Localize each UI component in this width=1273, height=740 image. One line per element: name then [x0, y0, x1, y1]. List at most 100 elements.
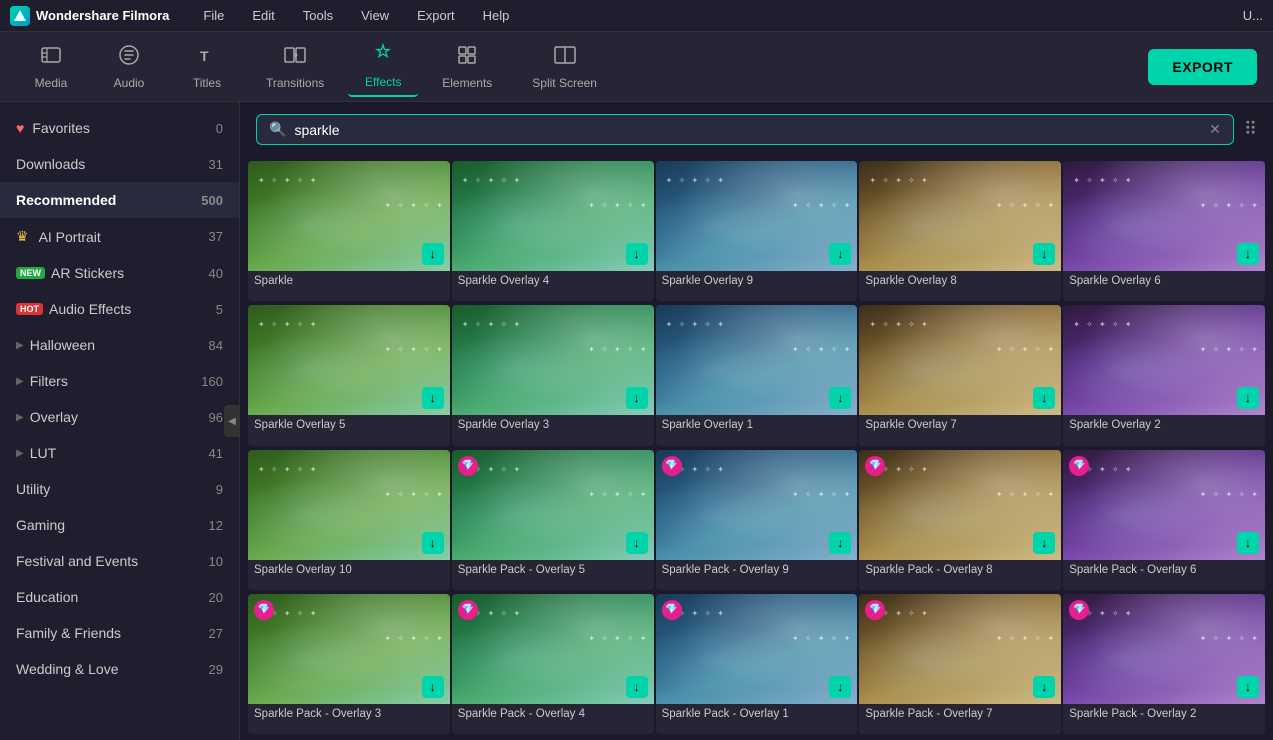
search-input[interactable] — [294, 122, 1201, 138]
effect-card[interactable]: ↓ Sparkle Overlay 7 — [859, 305, 1061, 445]
crown-icon: ♛ — [16, 228, 29, 245]
menu-help[interactable]: Help — [479, 6, 514, 25]
effect-card[interactable]: ↓ Sparkle Overlay 4 — [452, 161, 654, 301]
toolbar-items: Media Audio T Titles Transitions Effects — [16, 37, 1148, 97]
effect-thumbnail: 💎 ↓ — [859, 450, 1061, 560]
effect-name: Sparkle Overlay 1 — [656, 415, 858, 437]
download-button[interactable]: ↓ — [1033, 243, 1055, 265]
grid-toggle-button[interactable]: ⠿ — [1244, 119, 1257, 140]
download-button[interactable]: ↓ — [422, 676, 444, 698]
effect-card[interactable]: 💎 ↓ Sparkle Pack - Overlay 6 — [1063, 450, 1265, 590]
download-button[interactable]: ↓ — [829, 243, 851, 265]
menu-export[interactable]: Export — [413, 6, 459, 25]
effect-card[interactable]: ↓ Sparkle — [248, 161, 450, 301]
sidebar-item-family[interactable]: Family & Friends 27 — [0, 615, 239, 651]
effect-name: Sparkle Pack - Overlay 7 — [859, 704, 1061, 726]
download-button[interactable]: ↓ — [829, 676, 851, 698]
effect-thumbnail: ↓ — [452, 161, 654, 271]
sidebar-item-halloween[interactable]: ▶ Halloween 84 — [0, 327, 239, 363]
sidebar-item-lut[interactable]: ▶ LUT 41 — [0, 435, 239, 471]
sidebar-item-utility[interactable]: Utility 9 — [0, 471, 239, 507]
export-button[interactable]: EXPORT — [1148, 49, 1257, 85]
toolbar-split-screen[interactable]: Split Screen — [516, 38, 613, 96]
effect-card[interactable]: ↓ Sparkle Overlay 5 — [248, 305, 450, 445]
download-button[interactable]: ↓ — [1237, 243, 1259, 265]
media-icon — [40, 44, 62, 72]
menu-tools[interactable]: Tools — [299, 6, 337, 25]
main-area: ♥ Favorites 0 Downloads 31 Recommended 5… — [0, 102, 1273, 740]
sidebar-collapse-button[interactable]: ◀ — [224, 405, 240, 437]
download-button[interactable]: ↓ — [1237, 387, 1259, 409]
download-button[interactable]: ↓ — [1237, 532, 1259, 554]
svg-text:T: T — [200, 48, 209, 64]
download-button[interactable]: ↓ — [422, 532, 444, 554]
effect-card[interactable]: ↓ Sparkle Overlay 9 — [656, 161, 858, 301]
effect-name: Sparkle Overlay 4 — [452, 271, 654, 293]
effect-card[interactable]: 💎 ↓ Sparkle Pack - Overlay 8 — [859, 450, 1061, 590]
effects-grid: ↓ Sparkle ↓ Sparkle Overlay 4 ↓ Sparkle … — [240, 157, 1273, 740]
app-title: Wondershare Filmora — [10, 6, 169, 26]
effect-name: Sparkle Pack - Overlay 5 — [452, 560, 654, 582]
effect-card[interactable]: ↓ Sparkle Overlay 2 — [1063, 305, 1265, 445]
effect-card[interactable]: ↓ Sparkle Overlay 1 — [656, 305, 858, 445]
toolbar-audio[interactable]: Audio — [94, 38, 164, 96]
effect-card[interactable]: 💎 ↓ Sparkle Pack - Overlay 2 — [1063, 594, 1265, 734]
effect-name: Sparkle Overlay 10 — [248, 560, 450, 582]
sidebar-item-ar-stickers[interactable]: NEW AR Stickers 40 — [0, 255, 239, 291]
effect-card[interactable]: 💎 ↓ Sparkle Pack - Overlay 4 — [452, 594, 654, 734]
effect-card[interactable]: 💎 ↓ Sparkle Pack - Overlay 3 — [248, 594, 450, 734]
toolbar-elements[interactable]: Elements — [426, 38, 508, 96]
sidebar-item-favorites[interactable]: ♥ Favorites 0 — [0, 110, 239, 146]
sidebar-item-gaming[interactable]: Gaming 12 — [0, 507, 239, 543]
download-button[interactable]: ↓ — [1033, 676, 1055, 698]
toolbar-transitions[interactable]: Transitions — [250, 38, 340, 96]
effect-card[interactable]: 💎 ↓ Sparkle Pack - Overlay 7 — [859, 594, 1061, 734]
effect-thumbnail: ↓ — [1063, 305, 1265, 415]
download-button[interactable]: ↓ — [626, 387, 648, 409]
sidebar-item-festival[interactable]: Festival and Events 10 — [0, 543, 239, 579]
download-button[interactable]: ↓ — [1033, 387, 1055, 409]
sidebar-item-wedding[interactable]: Wedding & Love 29 — [0, 651, 239, 687]
effect-name: Sparkle Overlay 6 — [1063, 271, 1265, 293]
download-button[interactable]: ↓ — [1033, 532, 1055, 554]
download-button[interactable]: ↓ — [626, 676, 648, 698]
download-button[interactable]: ↓ — [422, 387, 444, 409]
effect-name: Sparkle Pack - Overlay 3 — [248, 704, 450, 726]
sidebar-item-ai-portrait[interactable]: ♛ AI Portrait 37 — [0, 218, 239, 255]
download-button[interactable]: ↓ — [1237, 676, 1259, 698]
premium-badge: 💎 — [254, 600, 274, 620]
effect-card[interactable]: 💎 ↓ Sparkle Pack - Overlay 1 — [656, 594, 858, 734]
toolbar-titles[interactable]: T Titles — [172, 38, 242, 96]
effect-card[interactable]: 💎 ↓ Sparkle Pack - Overlay 5 — [452, 450, 654, 590]
sidebar-item-downloads[interactable]: Downloads 31 — [0, 146, 239, 182]
effect-thumbnail: ↓ — [656, 161, 858, 271]
effect-card[interactable]: ↓ Sparkle Overlay 10 — [248, 450, 450, 590]
toolbar-effects[interactable]: Effects — [348, 37, 418, 97]
effect-name: Sparkle Overlay 3 — [452, 415, 654, 437]
sidebar-item-education[interactable]: Education 20 — [0, 579, 239, 615]
sidebar-item-recommended[interactable]: Recommended 500 — [0, 182, 239, 218]
search-clear-button[interactable]: ✕ — [1209, 121, 1221, 138]
sidebar-item-overlay[interactable]: ▶ Overlay 96 — [0, 399, 239, 435]
effect-thumbnail: 💎 ↓ — [1063, 594, 1265, 704]
menu-view[interactable]: View — [357, 6, 393, 25]
menu-bar: Wondershare Filmora File Edit Tools View… — [0, 0, 1273, 32]
effect-name: Sparkle Pack - Overlay 4 — [452, 704, 654, 726]
download-button[interactable]: ↓ — [626, 243, 648, 265]
toolbar-media[interactable]: Media — [16, 38, 86, 96]
effect-card[interactable]: 💎 ↓ Sparkle Pack - Overlay 9 — [656, 450, 858, 590]
download-button[interactable]: ↓ — [829, 387, 851, 409]
search-icon: 🔍 — [269, 121, 286, 138]
download-button[interactable]: ↓ — [422, 243, 444, 265]
effect-card[interactable]: ↓ Sparkle Overlay 6 — [1063, 161, 1265, 301]
menu-edit[interactable]: Edit — [248, 6, 278, 25]
download-button[interactable]: ↓ — [626, 532, 648, 554]
download-button[interactable]: ↓ — [829, 532, 851, 554]
sidebar-item-filters[interactable]: ▶ Filters 160 — [0, 363, 239, 399]
effect-card[interactable]: ↓ Sparkle Overlay 8 — [859, 161, 1061, 301]
effect-card[interactable]: ↓ Sparkle Overlay 3 — [452, 305, 654, 445]
sidebar-item-audio-effects[interactable]: HOT Audio Effects 5 — [0, 291, 239, 327]
effect-thumbnail: 💎 ↓ — [656, 594, 858, 704]
menu-file[interactable]: File — [199, 6, 228, 25]
premium-badge: 💎 — [458, 600, 478, 620]
